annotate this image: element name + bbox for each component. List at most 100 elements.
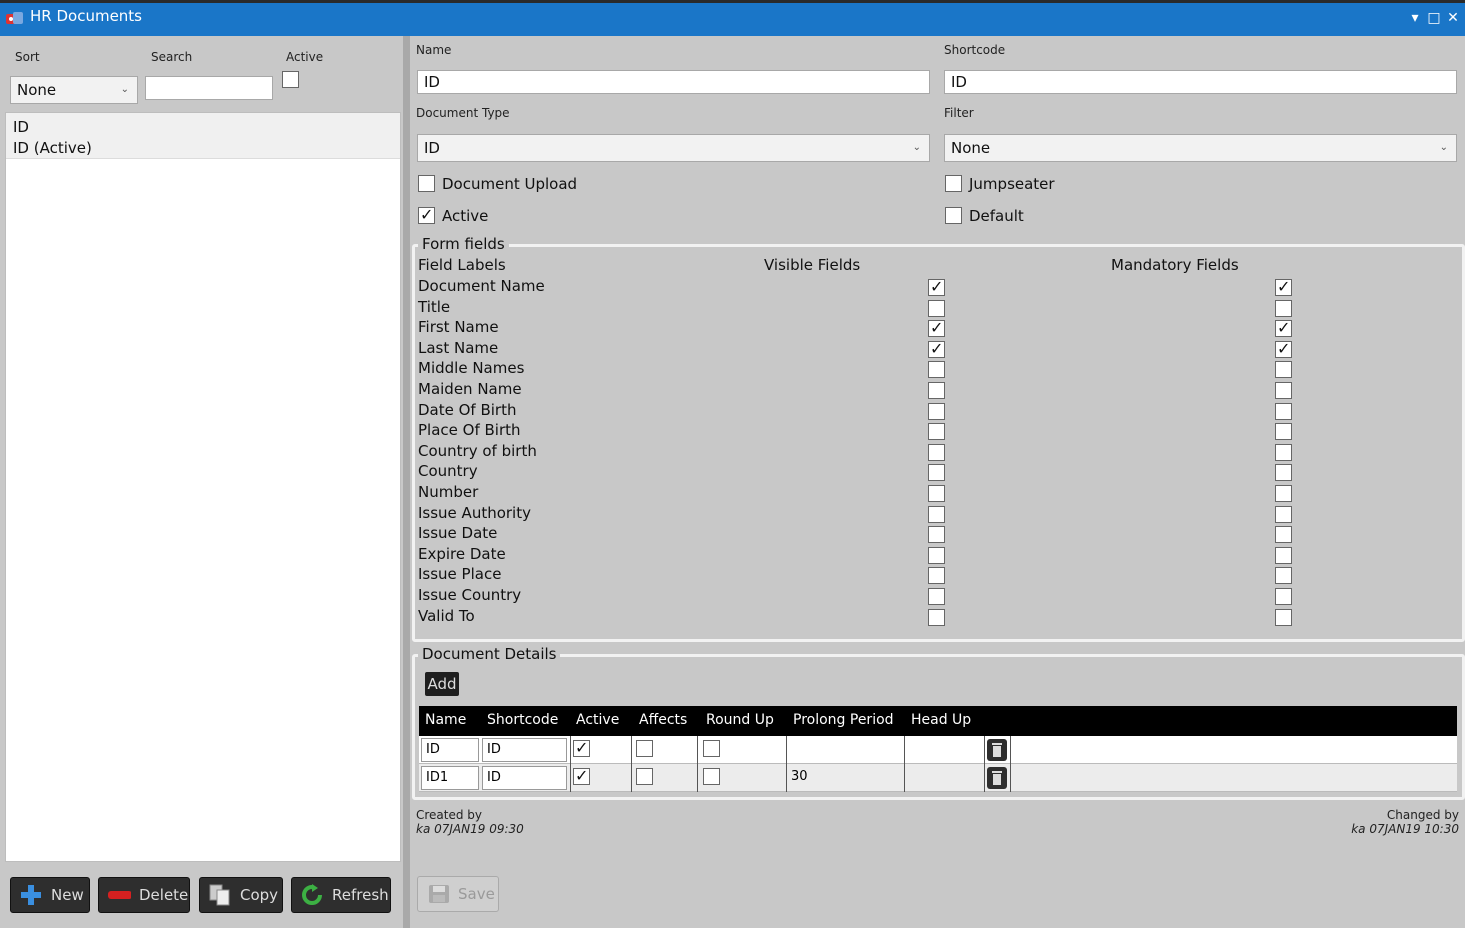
visible-field-checkbox[interactable] (928, 423, 945, 440)
cell-divider (786, 764, 787, 792)
mandatory-field-checkbox[interactable] (1275, 464, 1292, 481)
name-label: Name (416, 43, 452, 57)
col-name[interactable]: Name (425, 712, 466, 728)
col-round-up[interactable]: Round Up (706, 712, 774, 728)
row-active-checkbox[interactable]: ✓ (573, 738, 590, 757)
minus-icon (108, 891, 131, 899)
mandatory-field-checkbox[interactable] (1275, 588, 1292, 605)
save-button-label: Save (458, 885, 495, 903)
active-filter-checkbox[interactable] (282, 71, 299, 88)
col-shortcode[interactable]: Shortcode (487, 712, 558, 728)
visible-field-checkbox[interactable] (928, 361, 945, 378)
cell-divider (1010, 736, 1011, 764)
cell-divider (904, 764, 905, 792)
panel-splitter[interactable] (403, 36, 410, 928)
save-button[interactable]: Save (417, 876, 499, 912)
visible-field-checkbox[interactable]: ✓ (928, 277, 945, 296)
search-input[interactable] (145, 76, 273, 100)
col-head-up[interactable]: Head Up (911, 712, 971, 728)
row-prolong-period[interactable]: 30 (791, 769, 808, 784)
mandatory-field-checkbox[interactable] (1275, 506, 1292, 523)
field-label: Issue Date (418, 524, 498, 542)
mandatory-field-checkbox[interactable]: ✓ (1275, 339, 1292, 358)
visible-field-checkbox[interactable] (928, 506, 945, 523)
field-label: Document Name (418, 277, 545, 295)
list-item[interactable]: ID ID (Active) (6, 113, 400, 159)
check-icon: ✓ (1277, 339, 1291, 358)
check-icon: ✓ (575, 738, 589, 757)
document-list[interactable]: ID ID (Active) (5, 112, 401, 862)
maximize-icon[interactable]: □ (1426, 10, 1442, 26)
name-input[interactable]: ID (417, 70, 930, 94)
check-icon: ✓ (1277, 318, 1291, 337)
visible-field-checkbox[interactable] (928, 300, 945, 317)
visible-field-checkbox[interactable] (928, 464, 945, 481)
visible-field-checkbox[interactable] (928, 403, 945, 420)
visible-field-checkbox[interactable] (928, 382, 945, 399)
trash-icon[interactable] (987, 739, 1007, 761)
mandatory-field-checkbox[interactable] (1275, 300, 1292, 317)
add-button[interactable]: Add (425, 672, 459, 696)
row-name-input[interactable]: ID (421, 738, 479, 762)
trash-icon[interactable] (987, 767, 1007, 789)
sort-select[interactable]: None ⌄ (10, 76, 138, 104)
close-icon[interactable]: ✕ (1445, 10, 1461, 26)
visible-field-checkbox[interactable] (928, 588, 945, 605)
table-row[interactable]: ID ID ✓ (419, 736, 1457, 764)
col-active[interactable]: Active (576, 712, 619, 728)
cell-divider (631, 764, 632, 792)
row-round-up-checkbox[interactable] (703, 740, 720, 757)
row-affects-checkbox[interactable] (636, 768, 653, 785)
mandatory-field-checkbox[interactable]: ✓ (1275, 318, 1292, 337)
changed-by-label: Changed by (1386, 808, 1459, 822)
row-shortcode-input[interactable]: ID (482, 738, 567, 762)
refresh-button[interactable]: Refresh (291, 877, 391, 913)
cell-divider (697, 764, 698, 792)
row-name-input[interactable]: ID1 (421, 766, 479, 790)
search-label: Search (151, 50, 193, 64)
active-checkbox[interactable]: ✓ (418, 205, 435, 224)
filter-select[interactable]: None ⌄ (944, 134, 1457, 162)
visible-field-checkbox[interactable]: ✓ (928, 318, 945, 337)
row-shortcode-input[interactable]: ID (482, 766, 567, 790)
mandatory-field-checkbox[interactable] (1275, 485, 1292, 502)
visible-field-checkbox[interactable] (928, 547, 945, 564)
mandatory-field-checkbox[interactable]: ✓ (1275, 277, 1292, 296)
visible-field-checkbox[interactable] (928, 485, 945, 502)
visible-field-checkbox[interactable]: ✓ (928, 339, 945, 358)
list-item-title: ID (13, 118, 29, 136)
table-row[interactable]: ID1 ID ✓ 30 (419, 764, 1457, 792)
copy-button[interactable]: Copy (199, 877, 283, 913)
visible-field-checkbox[interactable] (928, 609, 945, 626)
mandatory-field-checkbox[interactable] (1275, 382, 1292, 399)
row-round-up-checkbox[interactable] (703, 768, 720, 785)
field-label: Country (418, 462, 478, 480)
mandatory-field-checkbox[interactable] (1275, 444, 1292, 461)
field-label: Country of birth (418, 442, 537, 460)
mandatory-field-checkbox[interactable] (1275, 567, 1292, 584)
document-type-select[interactable]: ID ⌄ (417, 134, 930, 162)
delete-button[interactable]: Delete (98, 877, 190, 913)
col-prolong-period[interactable]: Prolong Period (793, 712, 894, 728)
chevron-down-icon: ⌄ (912, 142, 921, 153)
visible-field-checkbox[interactable] (928, 444, 945, 461)
visible-field-checkbox[interactable] (928, 526, 945, 543)
row-affects-checkbox[interactable] (636, 740, 653, 757)
col-affects[interactable]: Affects (639, 712, 687, 728)
chevron-down-icon[interactable]: ▾ (1407, 10, 1423, 26)
save-icon (429, 885, 449, 903)
jumpseater-checkbox[interactable] (945, 175, 962, 192)
mandatory-field-checkbox[interactable] (1275, 361, 1292, 378)
mandatory-field-checkbox[interactable] (1275, 403, 1292, 420)
mandatory-field-checkbox[interactable] (1275, 609, 1292, 626)
shortcode-input[interactable]: ID (944, 70, 1457, 94)
document-upload-checkbox[interactable] (418, 175, 435, 192)
visible-field-checkbox[interactable] (928, 567, 945, 584)
mandatory-field-checkbox[interactable] (1275, 423, 1292, 440)
mandatory-field-checkbox[interactable] (1275, 526, 1292, 543)
document-type-value: ID (424, 139, 440, 157)
new-button[interactable]: New (10, 877, 90, 913)
row-active-checkbox[interactable]: ✓ (573, 766, 590, 785)
default-checkbox[interactable] (945, 207, 962, 224)
mandatory-field-checkbox[interactable] (1275, 547, 1292, 564)
